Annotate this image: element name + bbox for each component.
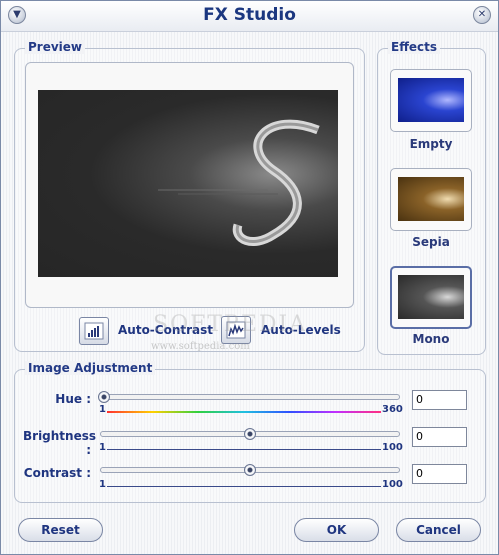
contrast-min-label: 1 [99, 479, 106, 490]
brightness-value-field[interactable]: 0 [412, 427, 467, 447]
effect-mono-preview [398, 275, 464, 319]
effect-sepia-label[interactable]: Sepia [390, 235, 472, 249]
preview-label: Preview [25, 40, 86, 54]
image-adjustment-label: Image Adjustment [25, 361, 156, 375]
brightness-min-label: 1 [99, 442, 106, 453]
window-title: FX Studio [203, 5, 296, 25]
effect-sepia-preview [398, 177, 464, 221]
cancel-button[interactable]: Cancel [396, 518, 481, 542]
watermark-url: www.softpedia.com [151, 341, 250, 352]
effect-mono-thumb[interactable] [390, 266, 472, 329]
hue-max-label: 360 [382, 404, 403, 415]
ok-button[interactable]: OK [294, 518, 379, 542]
brightness-scale [107, 449, 381, 450]
brightness-max-label: 100 [382, 442, 403, 453]
hue-min-label: 1 [99, 404, 106, 415]
fx-studio-window: ▼ FX Studio ✕ Preview Auto-Contrast Auto… [0, 0, 499, 555]
contrast-label: Contrast : [23, 466, 91, 480]
effects-label: Effects [388, 40, 441, 54]
hue-slider-track[interactable] [100, 394, 400, 400]
hue-spectrum [107, 411, 381, 413]
effect-empty-preview [398, 78, 464, 122]
hue-label: Hue : [55, 392, 91, 406]
effect-mono-label[interactable]: Mono [390, 332, 472, 346]
effect-sepia-thumb[interactable] [390, 168, 472, 231]
watermark-logo: SOFTPEDIA [153, 312, 308, 337]
contrast-scale [107, 486, 381, 487]
brightness-slider-thumb[interactable] [244, 428, 256, 440]
effect-empty-thumb[interactable] [390, 69, 472, 132]
contrast-value-field[interactable]: 0 [412, 464, 467, 484]
preview-image [38, 90, 338, 277]
title-bar: ▼ FX Studio ✕ [1, 1, 498, 32]
effect-empty-label[interactable]: Empty [390, 137, 472, 151]
reset-button[interactable]: Reset [18, 518, 103, 542]
auto-contrast-icon [84, 322, 104, 340]
brightness-label: Brightness : [23, 429, 97, 457]
preview-logo-art [158, 119, 320, 246]
hue-value-field[interactable]: 0 [412, 390, 467, 410]
close-icon[interactable]: ✕ [473, 6, 491, 24]
auto-contrast-button[interactable] [79, 317, 109, 345]
contrast-max-label: 100 [382, 479, 403, 490]
contrast-slider-thumb[interactable] [244, 464, 256, 476]
hue-slider-thumb[interactable] [98, 391, 110, 403]
